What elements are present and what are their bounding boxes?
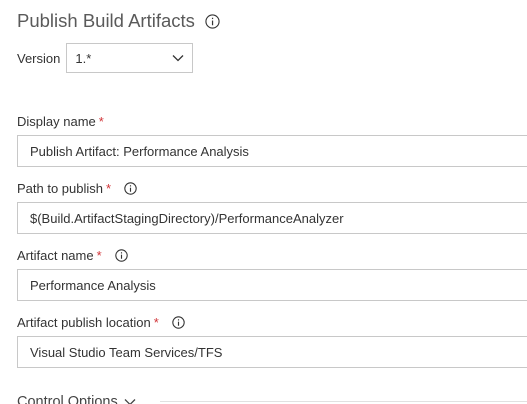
task-header: Publish Build Artifacts	[17, 9, 220, 33]
artifact-publish-location-label: Artifact publish location	[17, 314, 151, 330]
version-row: Version 1.*	[17, 42, 194, 74]
required-mark: *	[98, 113, 104, 129]
path-to-publish-label-row: Path to publish *	[17, 179, 137, 197]
task-title: Publish Build Artifacts	[17, 10, 195, 31]
path-to-publish-label: Path to publish	[17, 180, 104, 196]
required-mark: *	[153, 314, 159, 330]
display-name-label: Display name	[17, 113, 96, 129]
required-mark: *	[96, 247, 102, 263]
artifact-name-field[interactable]: Performance Analysis	[17, 269, 527, 301]
section-divider	[160, 401, 527, 402]
artifact-name-label: Artifact name	[17, 247, 94, 263]
artifact-name-label-row: Artifact name *	[17, 246, 128, 264]
chevron-down-icon	[172, 55, 184, 62]
artifact-publish-location-label-row: Artifact publish location *	[17, 313, 185, 331]
control-options-label: Control Options	[17, 394, 118, 404]
info-icon[interactable]	[124, 181, 137, 195]
control-options-toggle[interactable]: Control Options	[17, 394, 136, 404]
artifact-publish-location-field[interactable]: Visual Studio Team Services/TFS	[17, 336, 527, 368]
required-mark: *	[106, 180, 112, 196]
info-icon[interactable]	[114, 248, 128, 262]
info-icon[interactable]	[205, 13, 220, 29]
version-value: 1.*	[75, 50, 92, 66]
version-label: Version	[17, 50, 61, 66]
display-name-label-row: Display name *	[17, 112, 104, 130]
chevron-down-icon	[124, 399, 136, 404]
path-to-publish-field[interactable]: $(Build.ArtifactStagingDirectory)/Perfor…	[17, 202, 527, 234]
info-icon[interactable]	[172, 315, 185, 329]
version-dropdown[interactable]: 1.*	[66, 43, 194, 73]
task-editor-panel: Publish Build Artifacts Version 1.* Disp…	[0, 0, 527, 404]
display-name-field[interactable]: Publish Artifact: Performance Analysis	[17, 135, 527, 167]
